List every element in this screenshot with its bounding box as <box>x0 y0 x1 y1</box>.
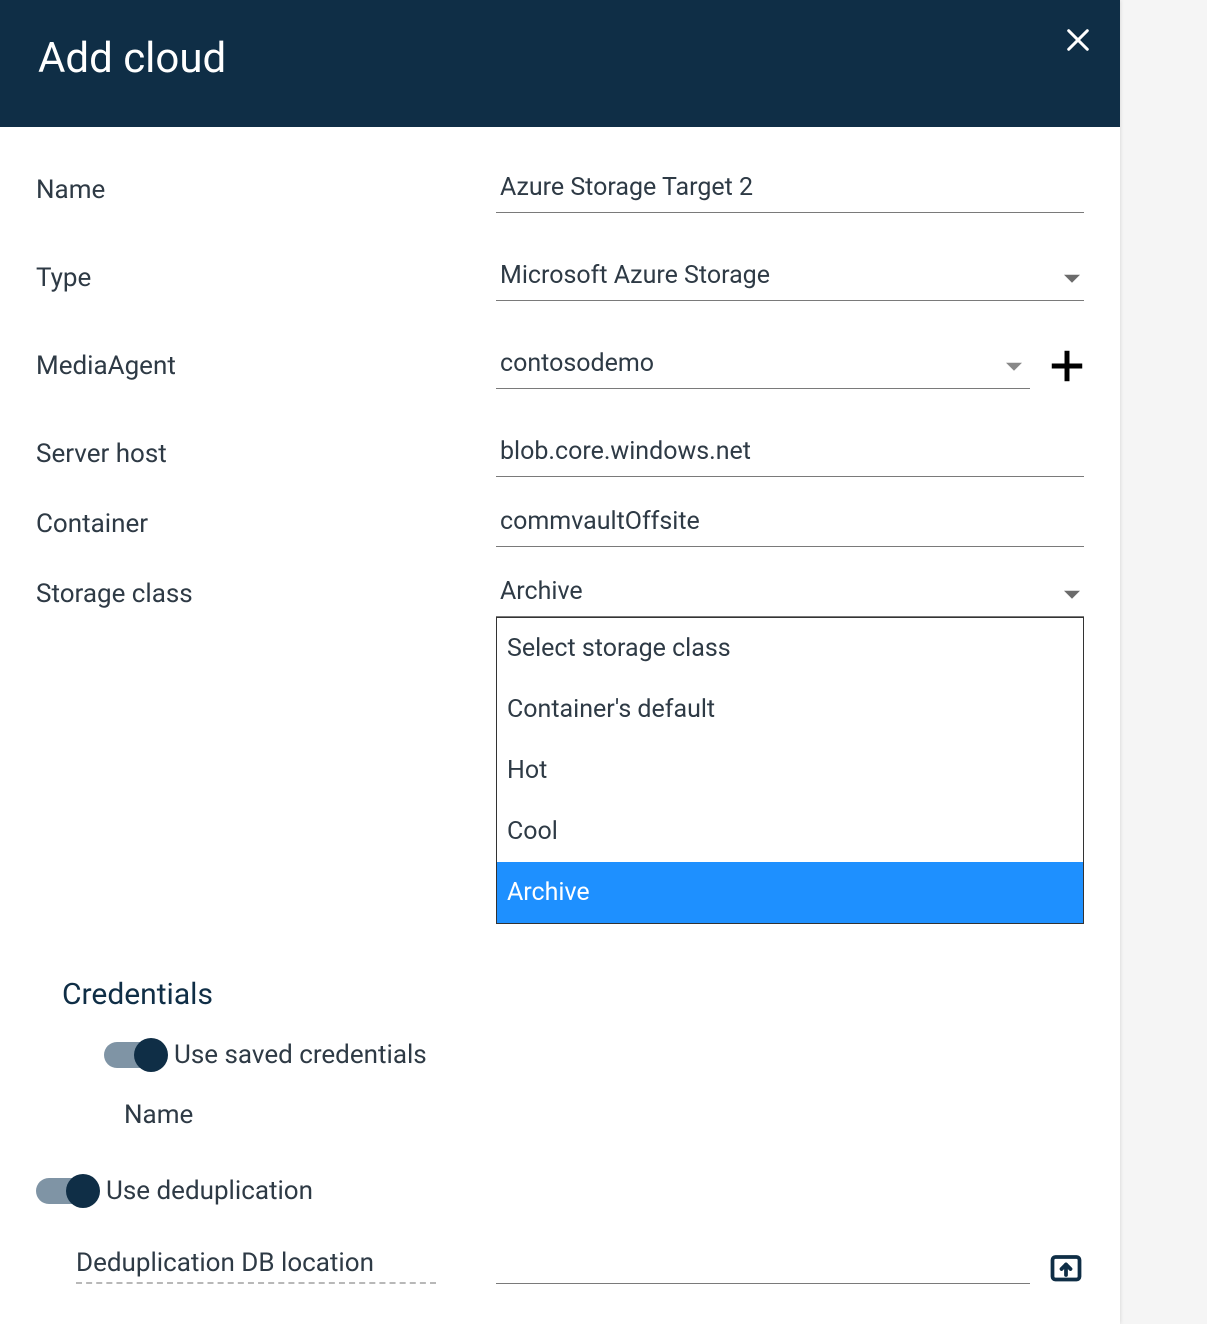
storage-class-option[interactable]: Archive <box>497 862 1083 923</box>
add-mediaagent-button[interactable] <box>1050 349 1084 383</box>
chevron-down-icon <box>1064 590 1080 598</box>
storage-class-dropdown: Select storage classContainer's defaultH… <box>496 617 1084 924</box>
dialog-title: Add cloud <box>38 34 1082 83</box>
add-cloud-dialog: Add cloud Name Type Microsoft Azure Stor… <box>0 0 1120 1324</box>
credential-name-row: Name <box>124 1100 1084 1130</box>
close-icon[interactable] <box>1064 26 1092 54</box>
use-deduplication-row: Use deduplication <box>36 1176 1084 1206</box>
storage-class-option[interactable]: Container's default <box>497 679 1083 740</box>
storage-class-option[interactable]: Select storage class <box>497 618 1083 679</box>
use-deduplication-label: Use deduplication <box>106 1176 313 1206</box>
use-saved-credentials-row: Use saved credentials <box>104 1040 1084 1070</box>
storage-class-option[interactable]: Cool <box>497 801 1083 862</box>
mediaagent-select-value: contosodemo <box>500 349 654 378</box>
credentials-section-title: Credentials <box>62 977 1084 1012</box>
container-label: Container <box>36 509 496 539</box>
name-label: Name <box>36 175 496 205</box>
container-input[interactable] <box>496 501 1084 547</box>
dialog-header: Add cloud <box>0 0 1120 127</box>
use-deduplication-toggle[interactable] <box>36 1178 98 1204</box>
browse-icon[interactable] <box>1048 1248 1084 1284</box>
name-row: Name <box>36 167 1084 213</box>
storage-class-label: Storage class <box>36 579 496 609</box>
type-select[interactable]: Microsoft Azure Storage <box>496 255 1084 301</box>
dedup-db-location-label: Deduplication DB location <box>76 1248 436 1284</box>
storage-class-select-value: Archive <box>500 577 583 606</box>
type-row: Type Microsoft Azure Storage <box>36 255 1084 301</box>
storage-class-option[interactable]: Hot <box>497 740 1083 801</box>
mediaagent-label: MediaAgent <box>36 351 496 381</box>
use-saved-credentials-label: Use saved credentials <box>174 1040 427 1070</box>
storage-class-select[interactable]: Archive <box>496 571 1084 617</box>
chevron-down-icon <box>1064 274 1080 282</box>
chevron-down-icon <box>1006 362 1022 370</box>
storage-class-row: Storage class Archive Select storage cla… <box>36 571 1084 617</box>
type-label: Type <box>36 263 496 293</box>
server-host-label: Server host <box>36 439 496 469</box>
dedup-db-location-input[interactable] <box>496 1254 1030 1284</box>
mediaagent-select[interactable]: contosodemo <box>496 343 1030 389</box>
toggle-knob <box>66 1174 100 1208</box>
toggle-knob <box>134 1038 168 1072</box>
server-host-input[interactable] <box>496 431 1084 477</box>
use-saved-credentials-toggle[interactable] <box>104 1042 166 1068</box>
server-host-row: Server host <box>36 431 1084 477</box>
dedup-db-row: Deduplication DB location <box>76 1248 1084 1284</box>
mediaagent-row: MediaAgent contosodemo <box>36 343 1084 389</box>
dialog-body: Name Type Microsoft Azure Storage MediaA… <box>0 127 1120 1324</box>
type-select-value: Microsoft Azure Storage <box>500 261 770 290</box>
credential-name-label: Name <box>124 1100 496 1130</box>
name-input[interactable] <box>496 167 1084 213</box>
container-row: Container <box>36 501 1084 547</box>
